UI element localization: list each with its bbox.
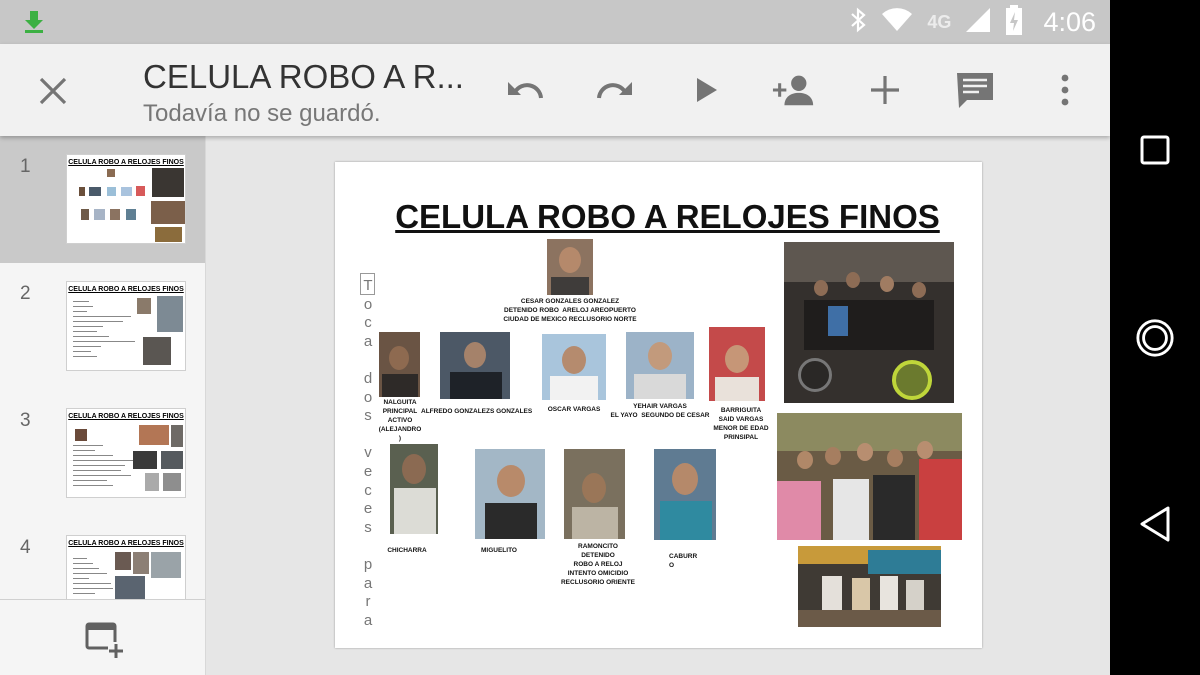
slide-thumbnail-preview: CELULA ROBO A RELOJES FINOS <box>66 154 186 244</box>
photo-yehair[interactable] <box>626 332 694 399</box>
thumbnail-title: CELULA ROBO A RELOJES FINOS <box>68 540 184 547</box>
photo-oscar[interactable] <box>542 334 606 400</box>
caption-alfredo: ALFREDO GONZALEZS GONZALES <box>421 408 533 415</box>
wifi-icon <box>881 8 913 36</box>
back-icon[interactable] <box>1135 504 1175 544</box>
status-bar: 4G 4:06 <box>0 0 1110 44</box>
slides-panel: 1 CELULA ROBO A RELOJES FINOS 2 CELULA R… <box>0 136 206 675</box>
thumbnail-title: CELULA ROBO A RELOJES FINOS <box>68 413 184 420</box>
present-icon[interactable] <box>685 68 729 112</box>
add-slide-icon[interactable] <box>84 620 124 660</box>
slide-thumbnail-preview: CELULA ROBO A RELOJES FINOS <box>66 281 186 371</box>
caption-nalguita: NALGUITA PRINCIPAL ACTIVO (ALEJANDRO ) <box>378 399 422 442</box>
bluetooth-icon <box>849 7 867 37</box>
caption-barriguita: BARRIGUITA SAID VARGAS MENOR DE EDAD PRI… <box>713 407 769 441</box>
slide-thumbnail-2[interactable]: 2 CELULA ROBO A RELOJES FINOS <box>0 263 205 390</box>
placeholder-text[interactable]: T o c a d o s v e c e s p a r a a ñ a <box>361 277 375 648</box>
thumbnail-title: CELULA ROBO A RELOJES FINOS <box>68 159 184 166</box>
caption-chicharra: CHICHARRA <box>387 547 427 554</box>
photo-ramoncito[interactable] <box>564 449 625 539</box>
slide-title[interactable]: CELULA ROBO A RELOJES FINOS <box>335 198 982 236</box>
photo-barriguita[interactable] <box>709 327 765 401</box>
photo-group-night[interactable] <box>798 546 941 627</box>
slide-number: 3 <box>20 410 31 431</box>
slide-thumbnail-3[interactable]: 3 CELULA ROBO A RELOJES FINOS <box>0 390 205 517</box>
comment-icon[interactable] <box>953 68 997 112</box>
close-icon[interactable] <box>36 74 70 108</box>
add-icon[interactable] <box>863 68 907 112</box>
photo-miguelito[interactable] <box>475 449 545 539</box>
slide-1[interactable]: CELULA ROBO A RELOJES FINOS T o c a d o … <box>335 162 982 648</box>
recents-icon[interactable] <box>1135 130 1175 170</box>
more-vert-icon[interactable] <box>1043 68 1087 112</box>
photo-cesar[interactable] <box>547 239 593 295</box>
home-icon[interactable] <box>1135 318 1175 358</box>
system-nav-bar <box>1110 0 1200 675</box>
add-person-icon[interactable] <box>772 68 816 112</box>
photo-group-friends[interactable] <box>777 413 962 540</box>
network-type-label: 4G <box>927 11 952 32</box>
clock: 4:06 <box>1043 6 1096 37</box>
photo-chicharra[interactable] <box>390 444 438 534</box>
app-toolbar: CELULA ROBO A R... Todavía no se guardó. <box>0 44 1110 136</box>
photo-alfredo[interactable] <box>440 332 510 399</box>
app-screen: 4G 4:06 CELULA ROBO A R... Todavía no se… <box>0 0 1200 675</box>
slide-canvas: CELULA ROBO A RELOJES FINOS T o c a d o … <box>206 136 1110 675</box>
caption-caburro: CABURR O <box>669 553 698 569</box>
slide-number: 2 <box>20 283 31 304</box>
caption-ramoncito: RAMONCITO DETENIDO ROBO A RELOJ INTENTO … <box>560 543 636 586</box>
slide-thumbnail-1[interactable]: 1 CELULA ROBO A RELOJES FINOS <box>0 136 205 263</box>
caption-leader: CESAR GONZALES GONZALEZ DETENIDO ROBO AR… <box>503 298 637 323</box>
slide-number: 4 <box>20 537 31 558</box>
photo-caburro[interactable] <box>654 449 716 540</box>
document-title[interactable]: CELULA ROBO A R... <box>143 58 464 96</box>
slide-number: 1 <box>20 156 31 177</box>
photo-nalguita[interactable] <box>379 332 420 397</box>
caption-miguelito: MIGUELITO <box>481 547 517 554</box>
download-icon <box>22 10 46 38</box>
battery-icon <box>1005 5 1023 39</box>
slide-thumbnail-preview: CELULA ROBO A RELOJES FINOS <box>66 408 186 498</box>
slides-panel-footer <box>0 599 205 675</box>
photo-group-motorcycles[interactable] <box>784 242 954 403</box>
thumbnail-title: CELULA ROBO A RELOJES FINOS <box>68 286 184 293</box>
save-status: Todavía no se guardó. <box>143 100 381 127</box>
cell-signal-icon <box>965 7 991 37</box>
redo-icon[interactable] <box>593 68 637 112</box>
undo-icon[interactable] <box>503 68 547 112</box>
